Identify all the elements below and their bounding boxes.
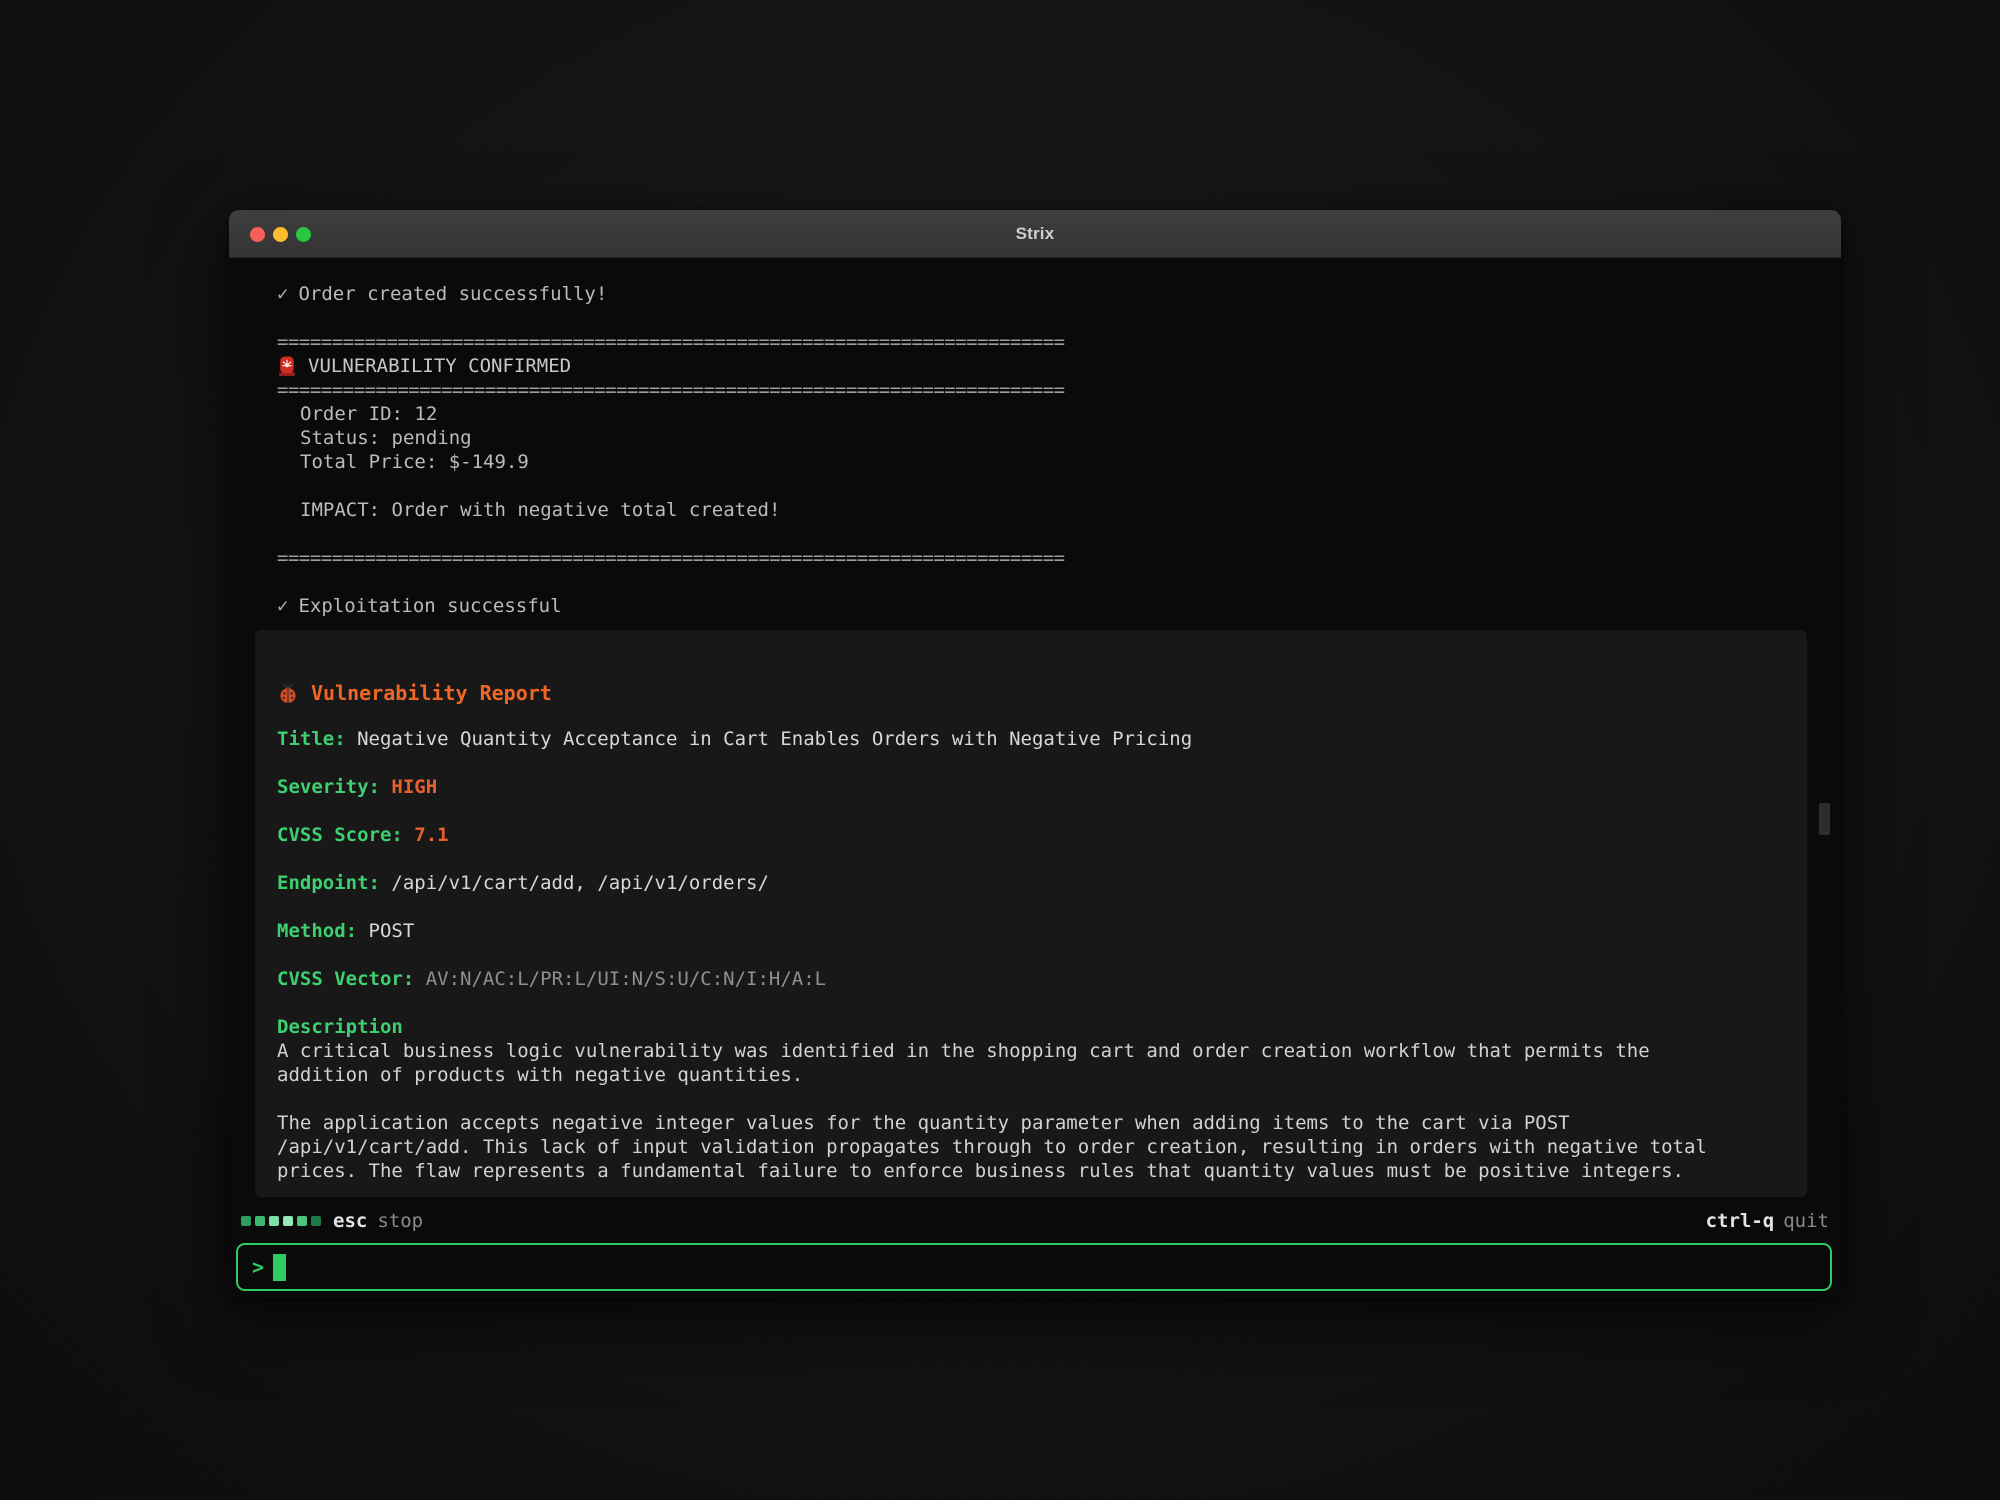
scrollbar-thumb[interactable] bbox=[1819, 803, 1830, 835]
command-input[interactable]: > bbox=[236, 1243, 1832, 1291]
report-header: Vulnerability Report bbox=[277, 680, 1785, 706]
field-label: Method: bbox=[277, 920, 357, 942]
field-label: Title: bbox=[277, 728, 346, 750]
order-created-line: ✓ Order created successfully! bbox=[277, 282, 1841, 306]
method-value: POST bbox=[369, 920, 415, 942]
minimize-button[interactable] bbox=[273, 227, 288, 242]
siren-icon bbox=[277, 355, 297, 377]
esc-action-label: stop bbox=[377, 1210, 423, 1232]
report-title: Vulnerability Report bbox=[311, 680, 552, 706]
blank-line bbox=[277, 306, 1841, 330]
cvss-vector-value: AV:N/AC:L/PR:L/UI:N/S:U/C:N/I:H/A:L bbox=[426, 968, 826, 990]
field-label: Endpoint: bbox=[277, 872, 380, 894]
close-button[interactable] bbox=[250, 227, 265, 242]
order-id-line: Order ID: 12 bbox=[277, 402, 1841, 426]
terminal-content: ✓ Order created successfully! ===========… bbox=[229, 258, 1841, 1298]
field-label: CVSS Score: bbox=[277, 824, 403, 846]
text-cursor bbox=[273, 1254, 286, 1281]
vulnerability-confirmed-text: VULNERABILITY CONFIRMED bbox=[308, 354, 571, 378]
description-heading: Description bbox=[277, 1015, 1785, 1039]
quit-action-label: quit bbox=[1783, 1210, 1829, 1232]
ladybug-icon bbox=[277, 683, 299, 704]
status-right: ctrl-q quit bbox=[1706, 1210, 1829, 1232]
window-title: Strix bbox=[1016, 224, 1055, 244]
report-field-severity: Severity: HIGH bbox=[277, 775, 1785, 799]
exploitation-line: ✓ Exploitation successful bbox=[277, 594, 1841, 618]
report-field-method: Method: POST bbox=[277, 919, 1785, 943]
divider-line: ========================================… bbox=[277, 330, 1841, 354]
report-field-cvss-vector: CVSS Vector: AV:N/AC:L/PR:L/UI:N/S:U/C:N… bbox=[277, 967, 1785, 991]
exploitation-text: Exploitation successful bbox=[298, 595, 561, 617]
report-field-endpoint: Endpoint: /api/v1/cart/add, /api/v1/orde… bbox=[277, 871, 1785, 895]
cvss-score-value: 7.1 bbox=[414, 824, 448, 846]
window-titlebar[interactable]: Strix bbox=[229, 210, 1841, 258]
esc-key-hint[interactable]: esc bbox=[333, 1210, 367, 1232]
prompt-symbol: > bbox=[252, 1255, 264, 1279]
vulnerability-report-panel: Vulnerability Report Title: Negative Qua… bbox=[255, 630, 1807, 1197]
blank-line bbox=[277, 474, 1841, 498]
description-paragraph: The application accepts negative integer… bbox=[277, 1111, 1732, 1183]
check-icon: ✓ bbox=[277, 283, 288, 305]
quit-key-hint[interactable]: ctrl-q bbox=[1706, 1210, 1775, 1232]
zoom-button[interactable] bbox=[296, 227, 311, 242]
terminal-log: ✓ Order created successfully! ===========… bbox=[229, 258, 1841, 618]
vulnerability-confirmed-banner: VULNERABILITY CONFIRMED bbox=[277, 354, 1841, 378]
field-label: Severity: bbox=[277, 776, 380, 798]
order-status-line: Status: pending bbox=[277, 426, 1841, 450]
total-price-line: Total Price: $-149.9 bbox=[277, 450, 1841, 474]
order-created-text: Order created successfully! bbox=[298, 283, 607, 305]
divider-line: ========================================… bbox=[277, 378, 1841, 402]
blank-line bbox=[277, 522, 1841, 546]
impact-line: IMPACT: Order with negative total create… bbox=[277, 498, 1841, 522]
status-bar: esc stop ctrl-q quit bbox=[241, 1208, 1829, 1234]
description-paragraph: A critical business logic vulnerability … bbox=[277, 1039, 1732, 1087]
traffic-lights bbox=[250, 210, 311, 258]
field-value: Negative Quantity Acceptance in Cart Ena… bbox=[357, 728, 1192, 750]
endpoint-value: /api/v1/cart/add, /api/v1/orders/ bbox=[391, 872, 769, 894]
check-icon: ✓ bbox=[277, 595, 288, 617]
report-field-cvss-score: CVSS Score: 7.1 bbox=[277, 823, 1785, 847]
status-left: esc stop bbox=[241, 1210, 423, 1232]
activity-spinner-icon bbox=[241, 1216, 321, 1226]
severity-badge: HIGH bbox=[391, 776, 437, 798]
field-label: CVSS Vector: bbox=[277, 968, 414, 990]
report-field-title: Title: Negative Quantity Acceptance in C… bbox=[277, 727, 1785, 751]
blank-line bbox=[277, 570, 1841, 594]
strix-terminal-window: Strix ✓ Order created successfully! =====… bbox=[229, 210, 1841, 1298]
divider-line: ========================================… bbox=[277, 546, 1841, 570]
